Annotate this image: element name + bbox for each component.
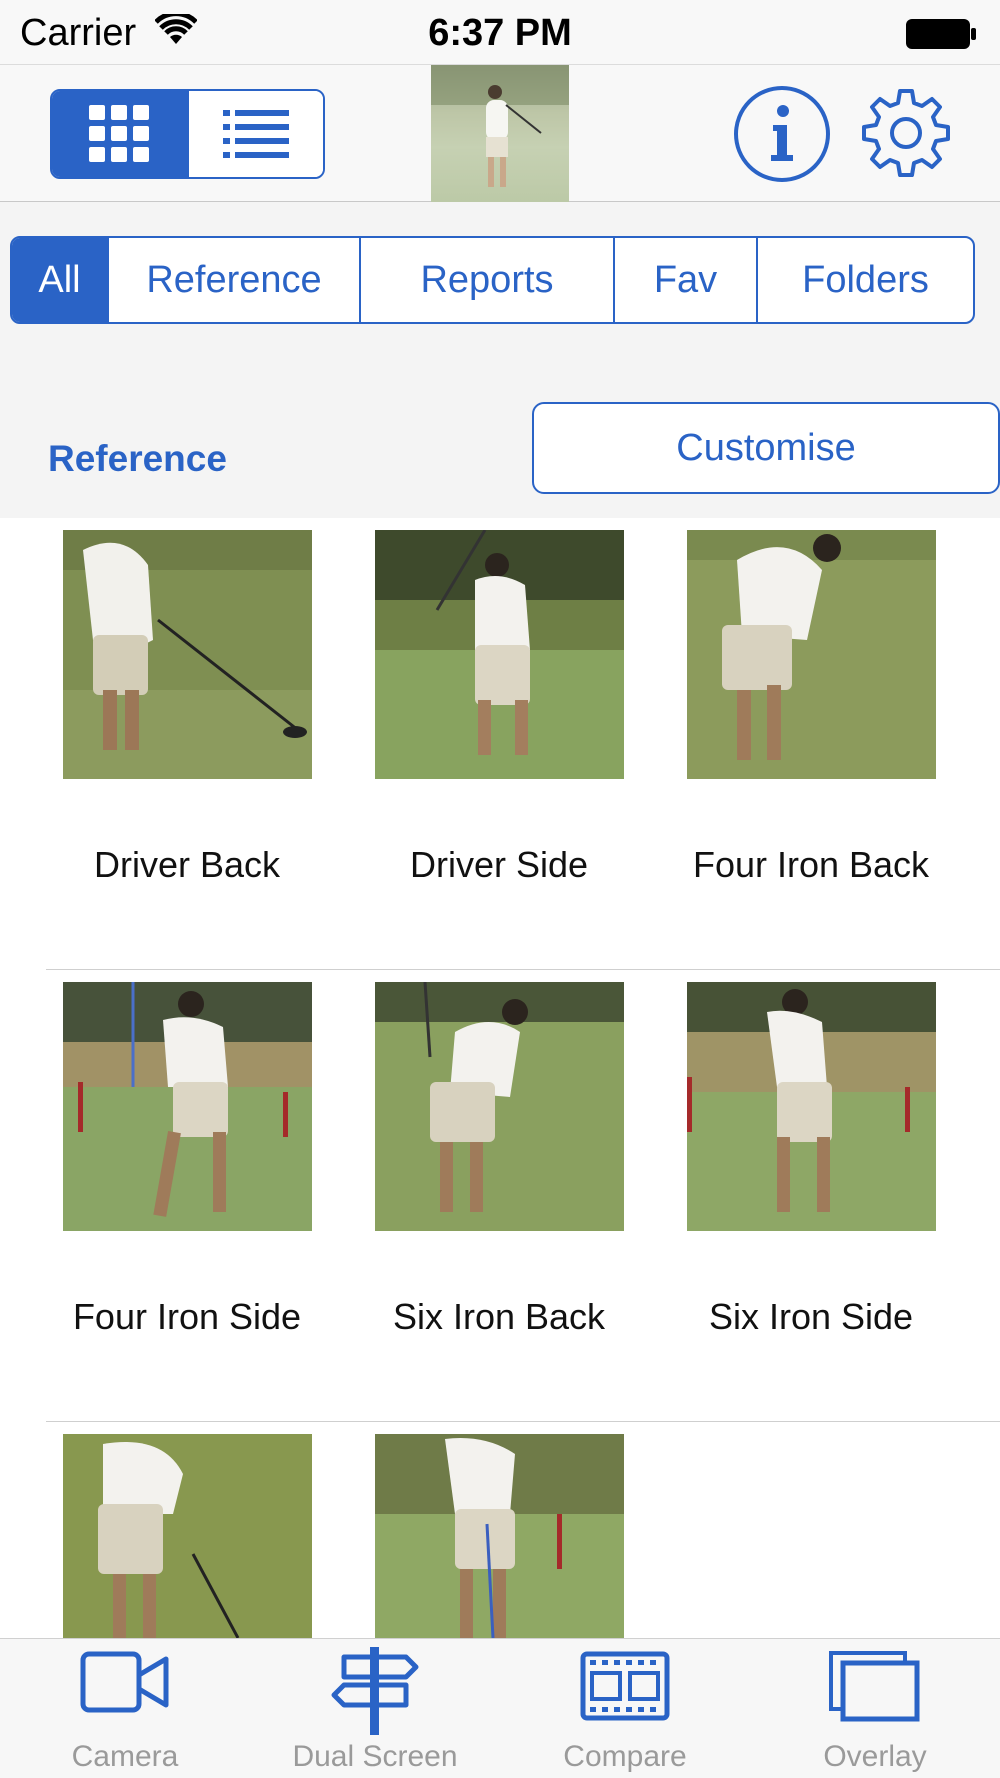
list-view-button[interactable] [186,91,323,177]
grid-item[interactable]: Four Iron Side [31,982,343,1337]
video-thumbnail[interactable] [63,530,312,779]
grid-item[interactable]: Driver Back [31,530,343,885]
video-thumbnail[interactable] [375,530,624,779]
row-divider [46,969,1000,970]
status-bar: Carrier 6:37 PM [0,0,1000,64]
tab-overlay[interactable]: Overlay [750,1639,1000,1778]
list-icon [222,110,289,158]
film-frames-icon [580,1651,670,1721]
signpost-icon [331,1647,419,1735]
filter-tab-reports[interactable]: Reports [359,238,613,322]
video-thumbnail[interactable] [687,982,936,1231]
video-thumbnail[interactable] [687,530,936,779]
top-toolbar [0,64,1000,202]
tab-dual-screen[interactable]: Dual Screen [250,1639,500,1778]
tab-label: Overlay [823,1740,927,1773]
video-thumbnail[interactable] [63,1434,312,1638]
bottom-tab-bar: Camera Dual Screen Compare Overlay [0,1638,1000,1778]
filter-tab-reference[interactable]: Reference [107,238,359,322]
tab-label: Compare [563,1740,687,1773]
video-title: Driver Side [409,844,589,885]
current-video-thumbnail[interactable] [431,65,569,202]
video-title: Six Iron Side [708,1296,914,1337]
tab-label: Camera [71,1740,179,1773]
filter-tab-fav[interactable]: Fav [613,238,756,322]
grid-item[interactable]: Six Iron Back [343,982,655,1337]
info-icon[interactable] [733,85,831,183]
filter-tab-folders[interactable]: Folders [756,238,973,322]
grid-icon [89,105,150,162]
section-header: Reference Customise [0,358,1000,518]
section-title: Reference [48,438,227,479]
gear-icon[interactable] [860,87,952,179]
tab-label: Dual Screen [292,1740,458,1773]
grid-item[interactable]: Four Iron Back [655,530,967,885]
tab-camera[interactable]: Camera [0,1639,250,1778]
video-grid: Driver Back Driver Side Four Iron Back F… [0,518,1000,1638]
filter-tab-all[interactable]: All [12,238,107,322]
grid-view-button[interactable] [52,91,187,177]
grid-item[interactable]: Six Iron Side [655,982,967,1337]
video-title: Four Iron Side [72,1296,302,1337]
view-mode-toggle [50,89,325,179]
video-camera-icon [80,1651,169,1713]
video-title: Driver Back [93,844,281,885]
clock: 6:37 PM [428,12,572,54]
customise-button[interactable]: Customise [532,402,1000,494]
grid-item[interactable] [343,1434,655,1638]
battery-icon [906,19,976,49]
grid-item[interactable] [31,1434,343,1638]
grid-item[interactable]: Driver Side [343,530,655,885]
video-thumbnail[interactable] [63,982,312,1231]
video-thumbnail[interactable] [375,982,624,1231]
filter-segmented-control: All Reference Reports Fav Folders [10,236,975,324]
tab-compare[interactable]: Compare [500,1639,750,1778]
video-title: Six Iron Back [392,1296,606,1337]
overlay-windows-icon [829,1651,920,1722]
row-divider [46,1421,1000,1422]
video-title: Four Iron Back [692,844,930,885]
video-thumbnail[interactable] [375,1434,624,1638]
